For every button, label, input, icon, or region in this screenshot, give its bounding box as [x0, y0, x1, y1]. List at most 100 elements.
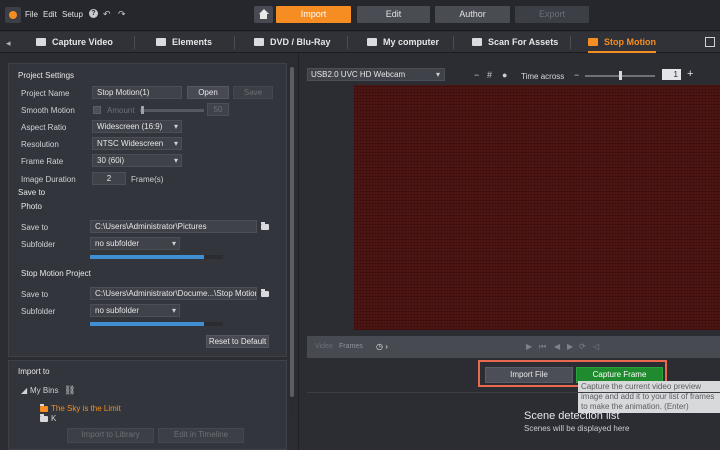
section-import-to: Import to	[18, 367, 50, 376]
home-icon[interactable]	[254, 6, 273, 23]
expand-icon[interactable]	[705, 37, 715, 47]
undo-icon[interactable]: ↶	[103, 9, 111, 19]
menu-setup[interactable]: Setup	[62, 10, 83, 19]
project-settings-panel: Project Settings Project Name Stop Motio…	[8, 63, 287, 357]
amount-value: 50	[207, 103, 229, 116]
tab-author[interactable]: Author	[435, 6, 510, 23]
bins-link-icon[interactable]: ⛓	[64, 385, 75, 396]
subtab-elements[interactable]: Elements	[156, 32, 212, 53]
photo-progress-fill	[90, 255, 205, 259]
search-icon	[472, 38, 482, 46]
resolution-label: Resolution	[21, 140, 59, 149]
divider	[234, 36, 235, 49]
smp-path-input[interactable]: C:\Users\Administrator\Docume...\Stop Mo…	[90, 287, 257, 300]
bin-item[interactable]: K	[51, 414, 56, 423]
subtab-stop-motion[interactable]: Stop Motion	[588, 32, 656, 53]
subtab-scan-for-assets[interactable]: Scan For Assets	[472, 32, 558, 53]
frame-rate-label: Frame Rate	[21, 157, 64, 166]
zoom-in-icon[interactable]: +	[687, 68, 693, 80]
frames-mode-label[interactable]: Frames	[339, 343, 363, 350]
divider	[453, 36, 454, 49]
photo-browse-folder-icon[interactable]	[261, 222, 269, 230]
smooth-motion-label: Smooth Motion	[21, 106, 75, 115]
amount-slider-track[interactable]	[140, 109, 204, 112]
amount-slider-thumb[interactable]	[141, 106, 144, 114]
photo-subfolder-label: Subfolder	[21, 240, 56, 249]
loop-icon[interactable]: ⟳	[579, 342, 586, 351]
go-to-start-icon[interactable]: ⏮	[539, 342, 546, 352]
minus-icon[interactable]: −	[474, 70, 479, 80]
my-bins-label[interactable]: My Bins	[30, 386, 58, 395]
amount-label: Amount	[107, 106, 135, 115]
app-logo-icon	[5, 7, 21, 23]
aspect-ratio-select[interactable]: Widescreen (16:9)	[92, 120, 182, 133]
subtab-capture-video[interactable]: Capture Video	[36, 32, 113, 53]
step-back-icon[interactable]: ◀	[554, 342, 560, 351]
folder-icon	[367, 38, 377, 46]
import-file-button[interactable]: Import File	[485, 367, 573, 383]
photo-subfolder-select[interactable]: no subfolder	[90, 237, 180, 250]
step-forward-icon[interactable]: ▶	[567, 342, 573, 351]
scene-detection-subtitle: Scenes will be displayed here	[524, 424, 630, 433]
scrollbar-thumb[interactable]	[290, 67, 294, 397]
stop-motion-icon	[588, 38, 598, 46]
menu-edit[interactable]: Edit	[43, 10, 57, 19]
subtab-label: Capture Video	[52, 37, 113, 47]
film-icon	[156, 38, 166, 46]
panel-divider[interactable]	[298, 54, 299, 450]
play-icon[interactable]: ▶	[526, 342, 532, 351]
volume-icon[interactable]: ◁	[593, 342, 599, 351]
bin-folder-icon	[40, 414, 48, 422]
photo-save-to-label: Save to	[21, 223, 49, 232]
onion-skin-icon[interactable]: ●	[502, 70, 507, 80]
edit-in-timeline-button: Edit in Timeline	[158, 428, 244, 443]
time-across-value[interactable]: 1	[662, 69, 681, 80]
webcam-select[interactable]: USB2.0 UVC HD Webcam	[307, 68, 445, 81]
top-menu-bar: File Edit Setup ? ↶ ↷ Import Edit Author…	[0, 0, 720, 31]
image-duration-input[interactable]: 2	[92, 172, 126, 185]
divider	[570, 36, 571, 49]
smp-subfolder-select[interactable]: no subfolder	[90, 304, 180, 317]
playback-bar: Video Frames ◷ › ▶ ⏮ ◀ ▶ ⟳ ◁	[307, 336, 720, 358]
left-scrollbar[interactable]	[289, 63, 295, 419]
redo-icon[interactable]: ↷	[118, 9, 126, 19]
image-duration-unit: Frame(s)	[131, 175, 164, 184]
divider	[307, 392, 720, 393]
subtab-dvd-bluray[interactable]: DVD / Blu-Ray	[254, 32, 331, 53]
smooth-motion-checkbox[interactable]	[93, 106, 101, 114]
video-preview	[354, 85, 720, 330]
resolution-select[interactable]: NTSC Widescreen	[92, 137, 182, 150]
open-button[interactable]: Open	[187, 86, 229, 99]
disc-icon	[254, 38, 264, 46]
bin-item-active[interactable]: The Sky is the Limit	[51, 404, 121, 413]
image-duration-label: Image Duration	[21, 175, 76, 184]
smp-progress-fill	[90, 322, 205, 326]
divider	[347, 36, 348, 49]
subtab-my-computer[interactable]: My computer	[367, 32, 439, 53]
photo-progress-bar	[90, 255, 223, 259]
section-save-to: Save to	[18, 188, 46, 197]
subtab-label: DVD / Blu-Ray	[270, 37, 331, 47]
scroll-left-icon[interactable]: ◂	[6, 38, 11, 49]
tab-export: Export	[515, 6, 589, 23]
section-photo: Photo	[21, 202, 42, 211]
smp-browse-folder-icon[interactable]	[261, 289, 269, 297]
project-name-label: Project Name	[21, 89, 70, 98]
tab-import[interactable]: Import	[276, 6, 351, 23]
time-across-slider-thumb[interactable]	[619, 71, 622, 80]
tab-edit[interactable]: Edit	[357, 6, 430, 23]
clock-icon[interactable]: ◷ ›	[376, 342, 388, 351]
grid-icon[interactable]: #	[487, 70, 492, 80]
frame-rate-select[interactable]: 30 (60i)	[92, 154, 182, 167]
video-mode-label[interactable]: Video	[315, 343, 333, 350]
reset-to-default-button[interactable]: Reset to Default	[206, 335, 269, 348]
menu-file[interactable]: File	[25, 10, 38, 19]
help-icon[interactable]: ?	[89, 9, 98, 18]
subtab-label: Elements	[172, 37, 213, 47]
project-name-input[interactable]: Stop Motion(1)	[92, 86, 182, 99]
bins-expand-icon[interactable]: ◢	[21, 386, 27, 395]
zoom-out-icon[interactable]: −	[574, 70, 579, 80]
import-to-library-button: Import to Library	[67, 428, 154, 443]
photo-path-input[interactable]: C:\Users\Administrator\Pictures	[90, 220, 257, 233]
smp-progress-bar	[90, 322, 223, 326]
